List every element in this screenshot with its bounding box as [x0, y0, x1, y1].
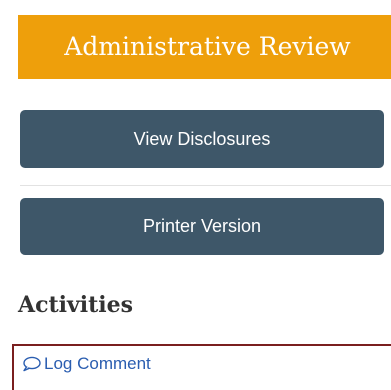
status-banner: Administrative Review	[18, 15, 391, 79]
view-disclosures-button[interactable]: View Disclosures	[20, 110, 384, 168]
divider	[20, 185, 391, 186]
speech-bubble-icon	[22, 356, 41, 372]
activities-panel: Log Comment	[12, 344, 391, 390]
log-comment-label: Log Comment	[44, 354, 151, 373]
printer-version-button[interactable]: Printer Version	[20, 198, 384, 255]
log-comment-link[interactable]: Log Comment	[22, 354, 151, 374]
activities-heading: Activities	[18, 292, 134, 318]
